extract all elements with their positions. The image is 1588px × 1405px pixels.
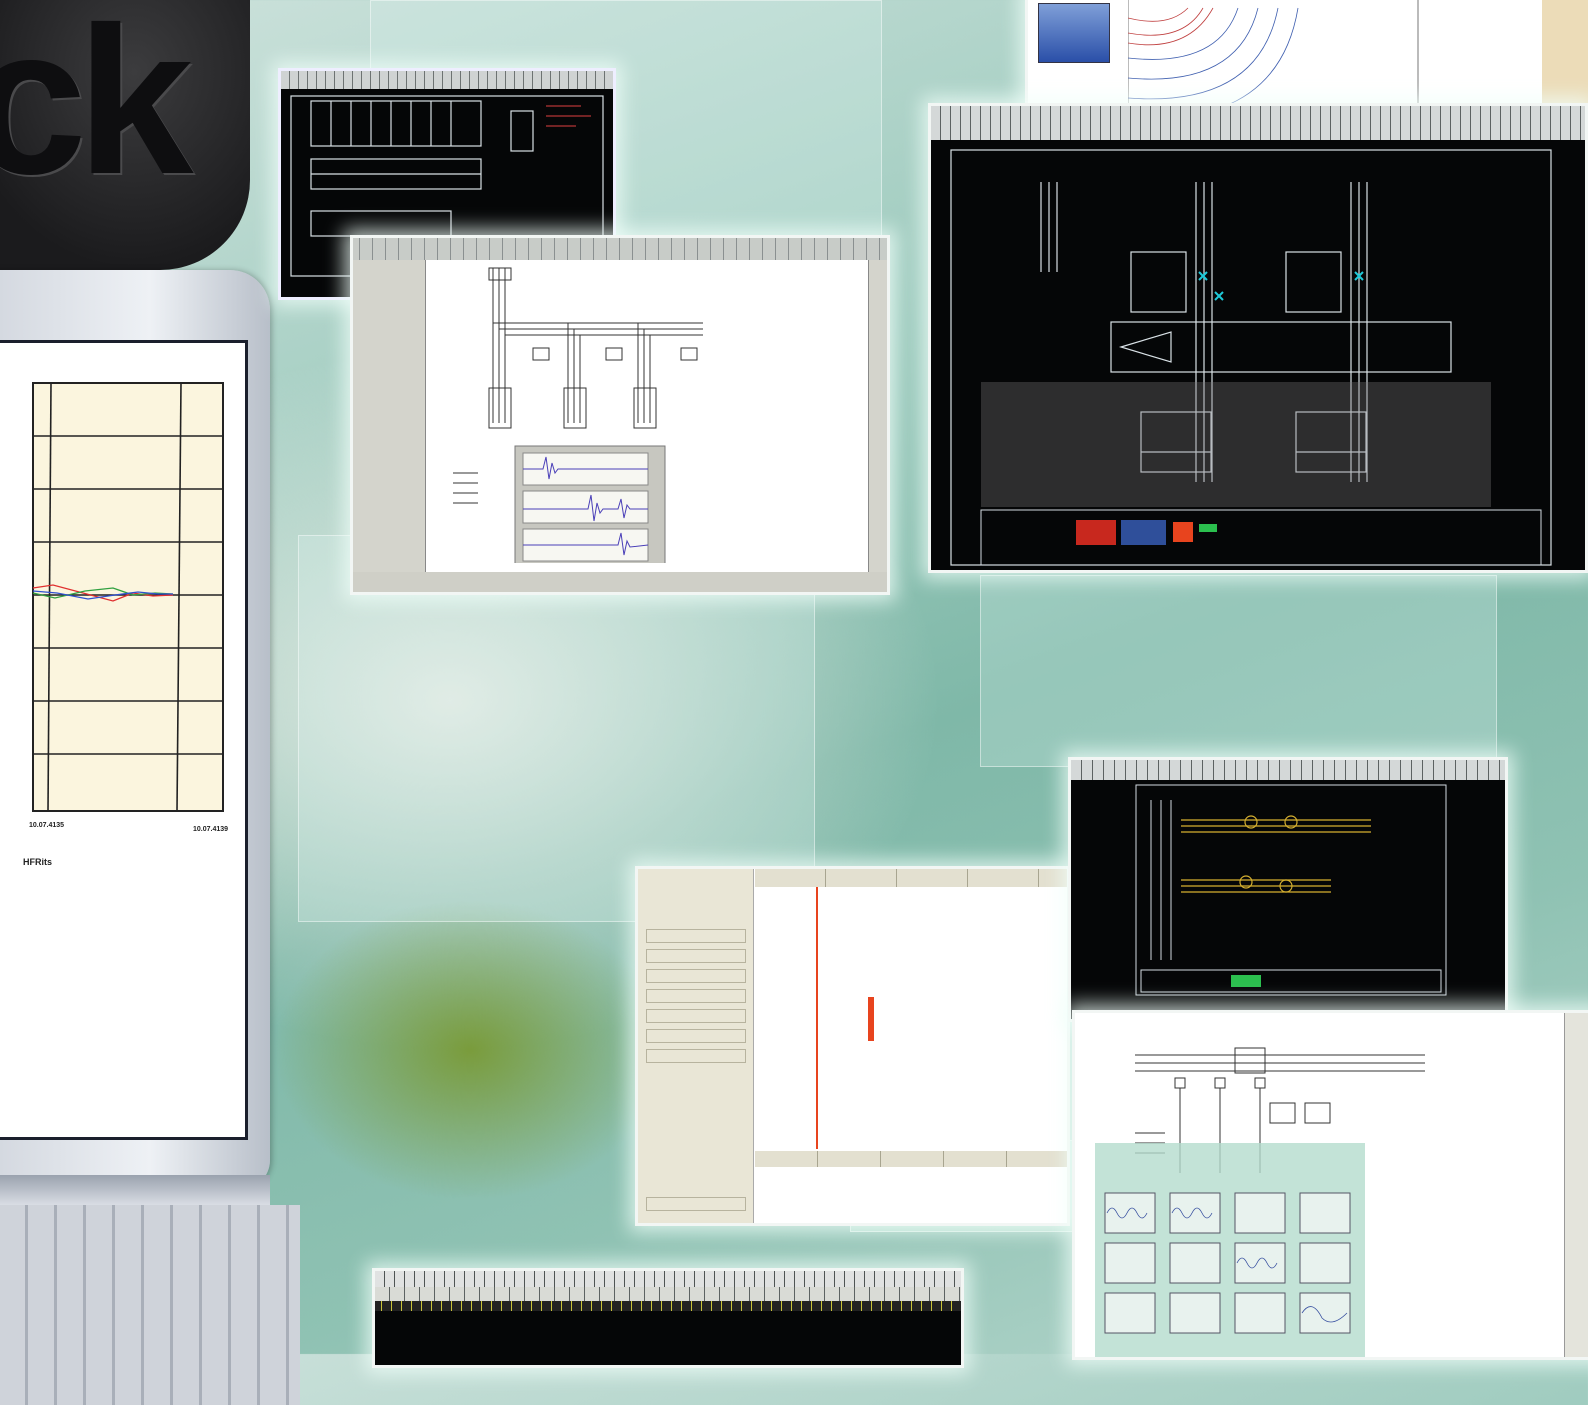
logo-block-red: [1076, 520, 1116, 545]
form-button[interactable]: [646, 1197, 746, 1211]
form-button[interactable]: [646, 929, 746, 943]
cad-window-lower[interactable]: [1068, 757, 1508, 1022]
waveform-grid-overlay: [1095, 1143, 1365, 1357]
bottom-cad-window[interactable]: [372, 1268, 964, 1368]
bottom-toolbar-row2[interactable]: [375, 1287, 961, 1301]
laptop-keyboard: [0, 1205, 300, 1405]
laptop-hinge: [0, 1175, 270, 1205]
ghost-panel: [980, 575, 1497, 767]
logo-block-blue: [1121, 520, 1166, 545]
schematic-sidebar[interactable]: [353, 260, 426, 572]
cad-drawing: [1135, 784, 1447, 996]
schematic-window-lower[interactable]: [1072, 1010, 1588, 1360]
form-button[interactable]: [646, 969, 746, 983]
chart-legend-marks: [20, 843, 25, 913]
logo-block-green: [1199, 524, 1217, 532]
cad-toolbar[interactable]: [931, 106, 1585, 140]
laptop-chart: 10.07.4135 10.07.4139 HFRits: [20, 382, 228, 913]
form-button[interactable]: [646, 1029, 746, 1043]
schematic-window[interactable]: [350, 235, 890, 595]
cad-toolbar[interactable]: [281, 71, 613, 89]
form-button[interactable]: [646, 1009, 746, 1023]
contour-legend: [1038, 3, 1110, 63]
form-button[interactable]: [646, 989, 746, 1003]
beanie-hat: ck: [0, 0, 250, 270]
form-button[interactable]: [646, 949, 746, 963]
logo-block-red-small: [1173, 522, 1193, 542]
bottom-toolbar-row3[interactable]: [375, 1301, 961, 1311]
chart-legend-text: HFRits: [23, 857, 52, 867]
timeline-axis: [816, 887, 818, 1149]
schematic-toolbar[interactable]: [353, 238, 887, 260]
settings-bottom-tabs[interactable]: [755, 1151, 1067, 1167]
settings-tabs[interactable]: [755, 869, 1067, 887]
schematic-statusbar: [353, 572, 887, 592]
laptop-screen: 10.07.4135 10.07.4139 HFRits: [0, 340, 248, 1140]
cad-shaded-region: [981, 382, 1491, 507]
title-block: [980, 509, 1542, 566]
schematic-drawing: [453, 267, 703, 563]
logo-block-green: [1231, 975, 1261, 987]
timeline-marker: [868, 997, 874, 1041]
chart-x-tick: 10.07.4139: [193, 826, 228, 833]
cad-toolbar[interactable]: [1071, 760, 1505, 780]
settings-window[interactable]: [635, 866, 1070, 1226]
cad-window-large[interactable]: [928, 103, 1588, 573]
bottom-toolbar-row1[interactable]: [375, 1271, 961, 1287]
form-button[interactable]: [646, 1049, 746, 1063]
chart-x-tick: 10.07.4135: [29, 822, 64, 829]
beanie-logo: ck: [0, 0, 194, 218]
cad-drawing: [950, 149, 1552, 566]
laptop: 10.07.4135 10.07.4139 HFRits: [0, 270, 300, 1405]
settings-left-pane[interactable]: [638, 869, 754, 1223]
